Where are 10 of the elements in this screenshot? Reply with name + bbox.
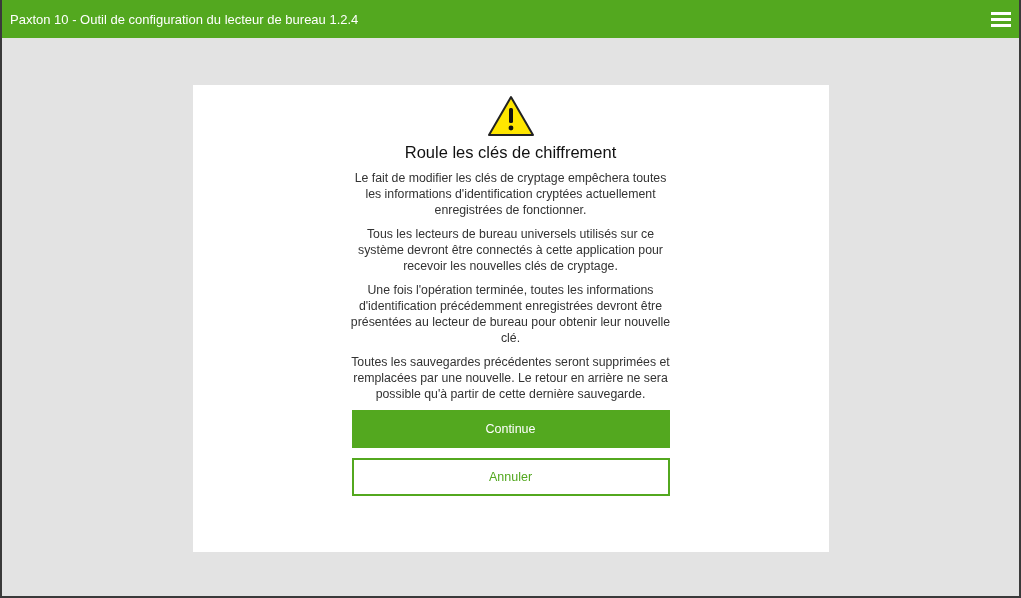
dialog-paragraph: Toutes les sauvegardes précédentes seront supprimées et remplacées par une nouvelle. Le retour en arrière ne sera possible qu'à partir de cette dernière sauvegarde.	[350, 354, 671, 402]
cancel-button[interactable]: Annuler	[351, 458, 670, 496]
menu-icon[interactable]	[991, 11, 1011, 27]
warning-icon	[486, 95, 535, 137]
dialog-paragraph: Une fois l'opération terminée, toutes les informations d'identification précédemment enregistrées devront être présentées au lecteur de bureau pour obtenir leur nouvelle clé.	[349, 282, 672, 346]
continue-button[interactable]: Continue	[351, 410, 670, 448]
dialog-paragraph: Tous les lecteurs de bureau universels utilisés sur ce système devront être connectés à cette application pour recevoir les nouvelles clés de cryptage.	[357, 226, 664, 274]
dialog-title: Roule les clés de chiffrement	[404, 143, 617, 162]
window-title: Paxton 10 - Outil de configuration du lecteur de bureau 1.2.4	[10, 11, 359, 27]
dialog-paragraph: Le fait de modifier les clés de cryptage empêchera toutes les informations d'identification cryptées actuellement enregistrées de fonctionner.	[353, 170, 668, 218]
